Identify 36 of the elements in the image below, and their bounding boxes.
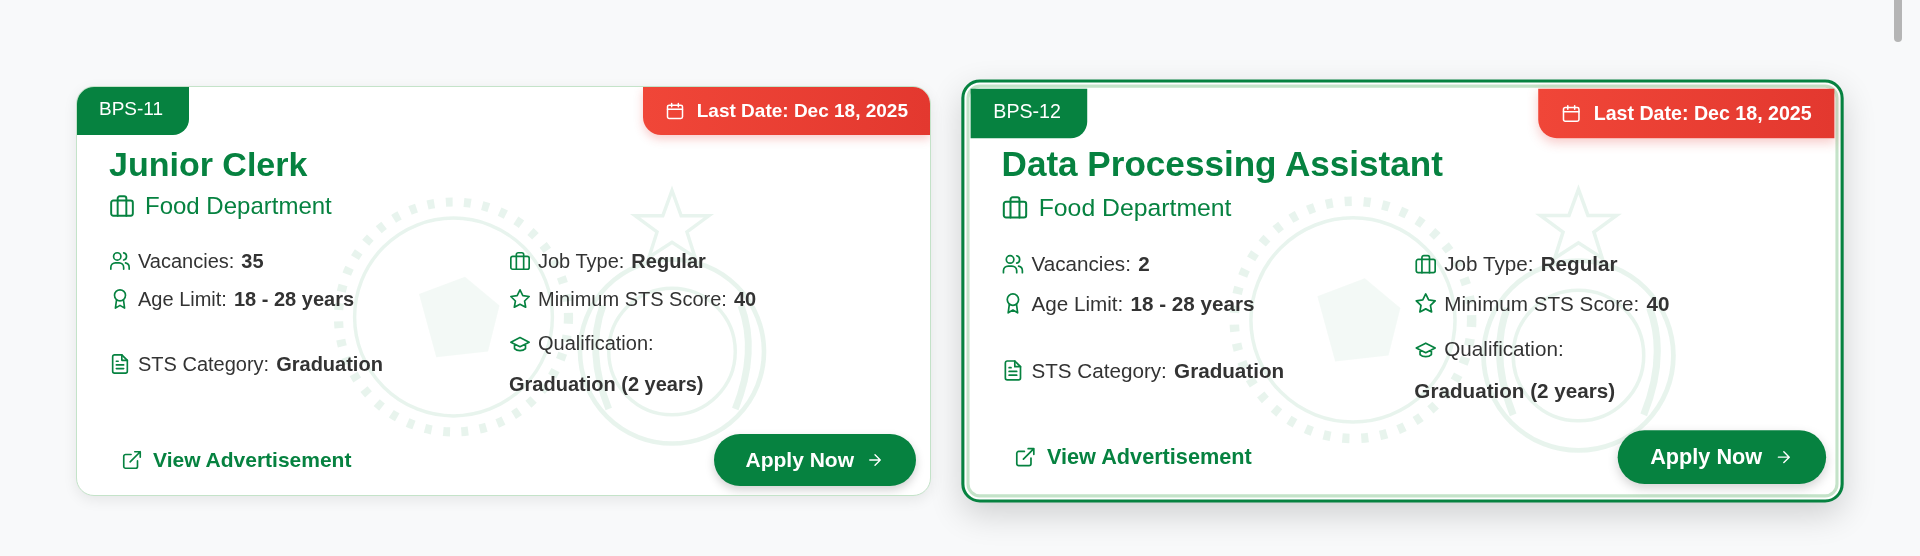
job-title: Data Processing Assistant xyxy=(1001,144,1444,185)
detail-value: 18 - 28 years xyxy=(233,287,355,311)
detail-label: Qualification: xyxy=(1444,337,1564,362)
detail-value: 40 xyxy=(733,287,757,311)
detail-label: STS Category: xyxy=(1031,358,1167,383)
detail-value: Regular xyxy=(1540,252,1618,277)
view-advertisement-link[interactable]: View Advertisement xyxy=(1013,444,1252,470)
detail-label: Job Type: xyxy=(538,249,625,273)
job-title: Junior Clerk xyxy=(109,145,309,184)
detail-label: Job Type: xyxy=(1444,252,1534,277)
department-name: Food Department xyxy=(1038,192,1232,222)
detail-label: Minimum STS Score: xyxy=(1444,291,1640,316)
detail-value: Graduation xyxy=(276,352,383,376)
last-date: Last Date: Dec 18, 2025 xyxy=(1593,102,1812,125)
grade-badge: BPS-12 xyxy=(970,88,1088,139)
detail-label: Age Limit: xyxy=(1031,291,1124,316)
detail-label: Vacancies: xyxy=(1031,252,1131,277)
apply-now-button[interactable]: Apply Now xyxy=(713,434,916,486)
detail-label: STS Category: xyxy=(138,352,270,376)
detail-value: 2 xyxy=(1138,252,1150,277)
detail-value: 40 xyxy=(1646,291,1670,316)
detail-value: Regular xyxy=(631,249,706,273)
detail-label: Vacancies: xyxy=(138,249,235,273)
detail-value: 18 - 28 years xyxy=(1130,291,1255,316)
department-name: Food Department xyxy=(145,192,332,220)
grade-badge: BPS-11 xyxy=(77,87,190,135)
detail-value: Graduation (2 years) xyxy=(509,373,705,396)
detail-label: Qualification: xyxy=(538,332,654,355)
last-date: Last Date: Dec 18, 2025 xyxy=(696,100,908,122)
detail-value: Graduation (2 years) xyxy=(1414,379,1617,404)
apply-now-button[interactable]: Apply Now xyxy=(1617,430,1827,484)
detail-value: Graduation xyxy=(1174,358,1285,383)
detail-label: Minimum STS Score: xyxy=(538,287,727,311)
detail-label: Age Limit: xyxy=(138,287,227,311)
detail-value: 35 xyxy=(241,249,264,273)
view-advertisement-link[interactable]: View Advertisement xyxy=(121,448,352,472)
